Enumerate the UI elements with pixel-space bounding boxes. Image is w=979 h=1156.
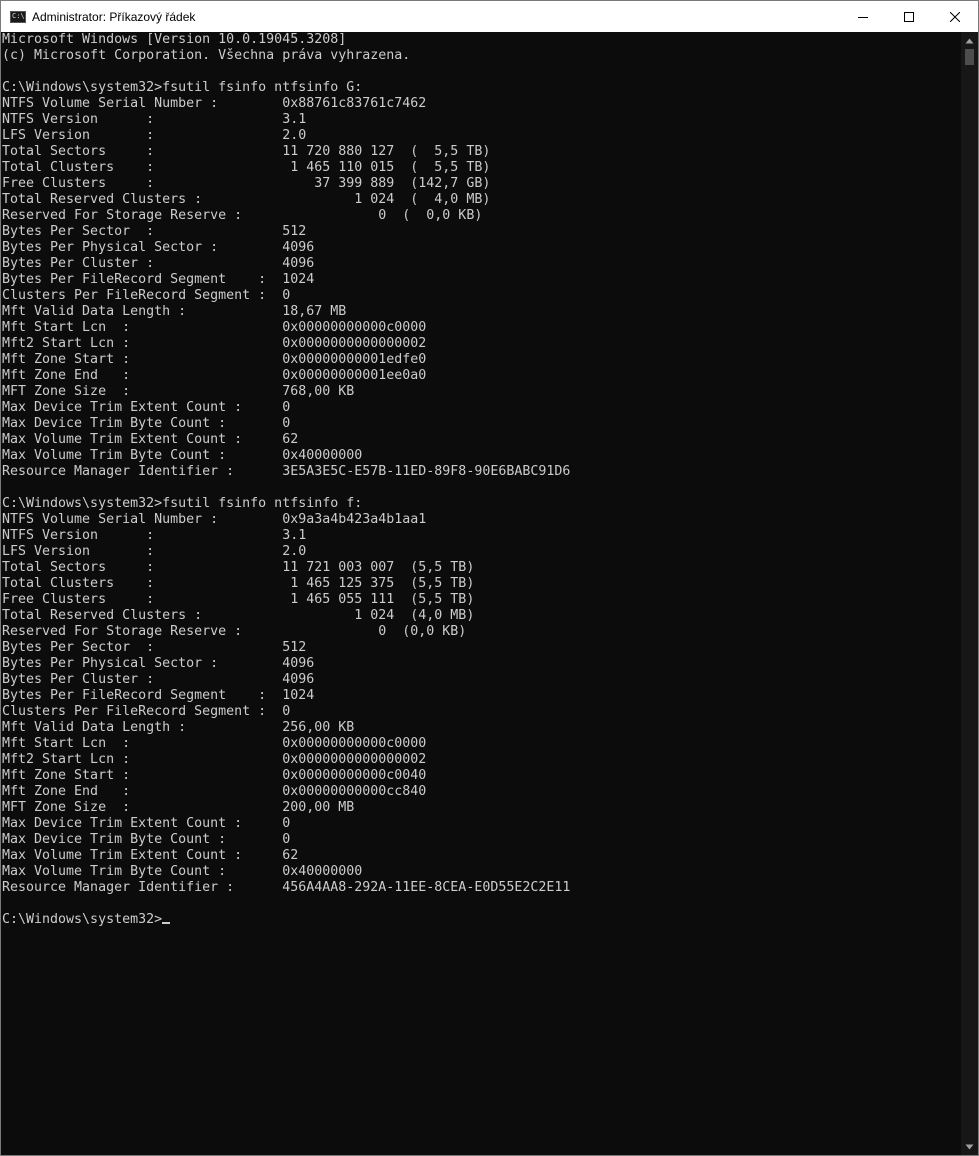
console-line: Resource Manager Identifier : 3E5A3E5C-E… (2, 464, 571, 479)
console-line: Mft Zone End : 0x00000000001ee0a0 (2, 368, 427, 383)
console-line: Mft Valid Data Length : 256,00 KB (2, 720, 355, 735)
maximize-button[interactable] (886, 1, 932, 32)
console-line: Reserved For Storage Reserve : 0 (0,0 KB… (2, 624, 467, 639)
close-button[interactable] (932, 1, 978, 32)
console-line: Bytes Per Physical Sector : 4096 (2, 656, 315, 671)
close-icon (950, 11, 960, 22)
console-text: Microsoft Windows [Version 10.0.19045.32… (1, 32, 961, 928)
app-icon-label: C:\ (12, 11, 25, 20)
console-line: Total Clusters : 1 465 125 375 (5,5 TB) (2, 576, 475, 591)
console-line: NTFS Version : 3.1 (2, 528, 307, 543)
console-line: Total Reserved Clusters : 1 024 ( 4,0 MB… (2, 192, 491, 207)
console-line: MFT Zone Size : 200,00 MB (2, 800, 355, 815)
chevron-down-icon (965, 1144, 974, 1149)
console-line: Max Device Trim Byte Count : 0 (2, 832, 291, 847)
scroll-down-button[interactable] (961, 1138, 978, 1155)
console-line: Clusters Per FileRecord Segment : 0 (2, 704, 291, 719)
console-line: Bytes Per FileRecord Segment : 1024 (2, 272, 315, 287)
maximize-icon (904, 11, 914, 22)
console-line: Max Volume Trim Extent Count : 62 (2, 432, 299, 447)
console-line: Bytes Per FileRecord Segment : 1024 (2, 688, 315, 703)
console-line: Mft2 Start Lcn : 0x0000000000000002 (2, 752, 427, 767)
console-line: Total Clusters : 1 465 110 015 ( 5,5 TB) (2, 160, 491, 175)
console-line: NTFS Version : 3.1 (2, 112, 307, 127)
console-line: Max Device Trim Byte Count : 0 (2, 416, 291, 431)
console-line: Mft Valid Data Length : 18,67 MB (2, 304, 347, 319)
console-line: Max Volume Trim Byte Count : 0x40000000 (2, 864, 363, 879)
console-app-icon[interactable]: C:\ (10, 10, 26, 23)
chevron-up-icon (965, 38, 974, 43)
console-line: Mft Zone End : 0x00000000000cc840 (2, 784, 427, 799)
console-line: Free Clusters : 1 465 055 111 (5,5 TB) (2, 592, 475, 607)
console-line: LFS Version : 2.0 (2, 128, 307, 143)
console-line: C:\Windows\system32>fsutil fsinfo ntfsin… (2, 496, 363, 511)
console-line: Bytes Per Cluster : 4096 (2, 672, 315, 687)
window-title: Administrator: Příkazový řádek (32, 9, 196, 24)
console-line: Total Sectors : 11 720 880 127 ( 5,5 TB) (2, 144, 491, 159)
console-line: Free Clusters : 37 399 889 (142,7 GB) (2, 176, 491, 191)
console-line: Mft Start Lcn : 0x00000000000c0000 (2, 736, 427, 751)
text-cursor (162, 922, 171, 924)
console-line: Bytes Per Sector : 512 (2, 640, 307, 655)
console-line: Max Volume Trim Byte Count : 0x40000000 (2, 448, 363, 463)
console-line: Mft Zone Start : 0x00000000000c0040 (2, 768, 427, 783)
console-line: Total Reserved Clusters : 1 024 (4,0 MB) (2, 608, 475, 623)
console-line: Bytes Per Cluster : 4096 (2, 256, 315, 271)
scroll-thumb[interactable] (965, 49, 974, 65)
minimize-button[interactable] (840, 1, 886, 32)
console-line: Max Volume Trim Extent Count : 62 (2, 848, 299, 863)
title-bar[interactable]: C:\ Administrator: Příkazový řádek (1, 1, 978, 32)
console-line: (c) Microsoft Corporation. Všechna práva… (2, 48, 411, 63)
prompt-line[interactable]: C:\Windows\system32> (2, 912, 961, 928)
console-line: Mft Zone Start : 0x00000000001edfe0 (2, 352, 427, 367)
command-prompt: C:\Windows\system32> (2, 912, 163, 927)
console-line: Max Device Trim Extent Count : 0 (2, 816, 291, 831)
console-line: LFS Version : 2.0 (2, 544, 307, 559)
console-line: Resource Manager Identifier : 456A4AA8-2… (2, 880, 571, 895)
console-line: Max Device Trim Extent Count : 0 (2, 400, 291, 415)
console-output-area[interactable]: Microsoft Windows [Version 10.0.19045.32… (1, 32, 961, 1155)
console-line: Bytes Per Physical Sector : 4096 (2, 240, 315, 255)
console-line: Mft Start Lcn : 0x00000000000c0000 (2, 320, 427, 335)
console-line: NTFS Volume Serial Number : 0x9a3a4b423a… (2, 512, 427, 527)
console-line: Total Sectors : 11 721 003 007 (5,5 TB) (2, 560, 475, 575)
console-line: C:\Windows\system32>fsutil fsinfo ntfsin… (2, 80, 363, 95)
console-line: Microsoft Windows [Version 10.0.19045.32… (2, 32, 347, 47)
console-line: Clusters Per FileRecord Segment : 0 (2, 288, 291, 303)
scroll-up-button[interactable] (961, 32, 978, 49)
console-line: Reserved For Storage Reserve : 0 ( 0,0 K… (2, 208, 483, 223)
console-line: MFT Zone Size : 768,00 KB (2, 384, 355, 399)
console-line: NTFS Volume Serial Number : 0x88761c8376… (2, 96, 427, 111)
minimize-icon (858, 16, 868, 18)
console-line: Bytes Per Sector : 512 (2, 224, 307, 239)
console-line: Mft2 Start Lcn : 0x0000000000000002 (2, 336, 427, 351)
vertical-scrollbar[interactable] (961, 32, 978, 1155)
console-window: C:\ Administrator: Příkazový řádek Micro… (0, 0, 979, 1156)
